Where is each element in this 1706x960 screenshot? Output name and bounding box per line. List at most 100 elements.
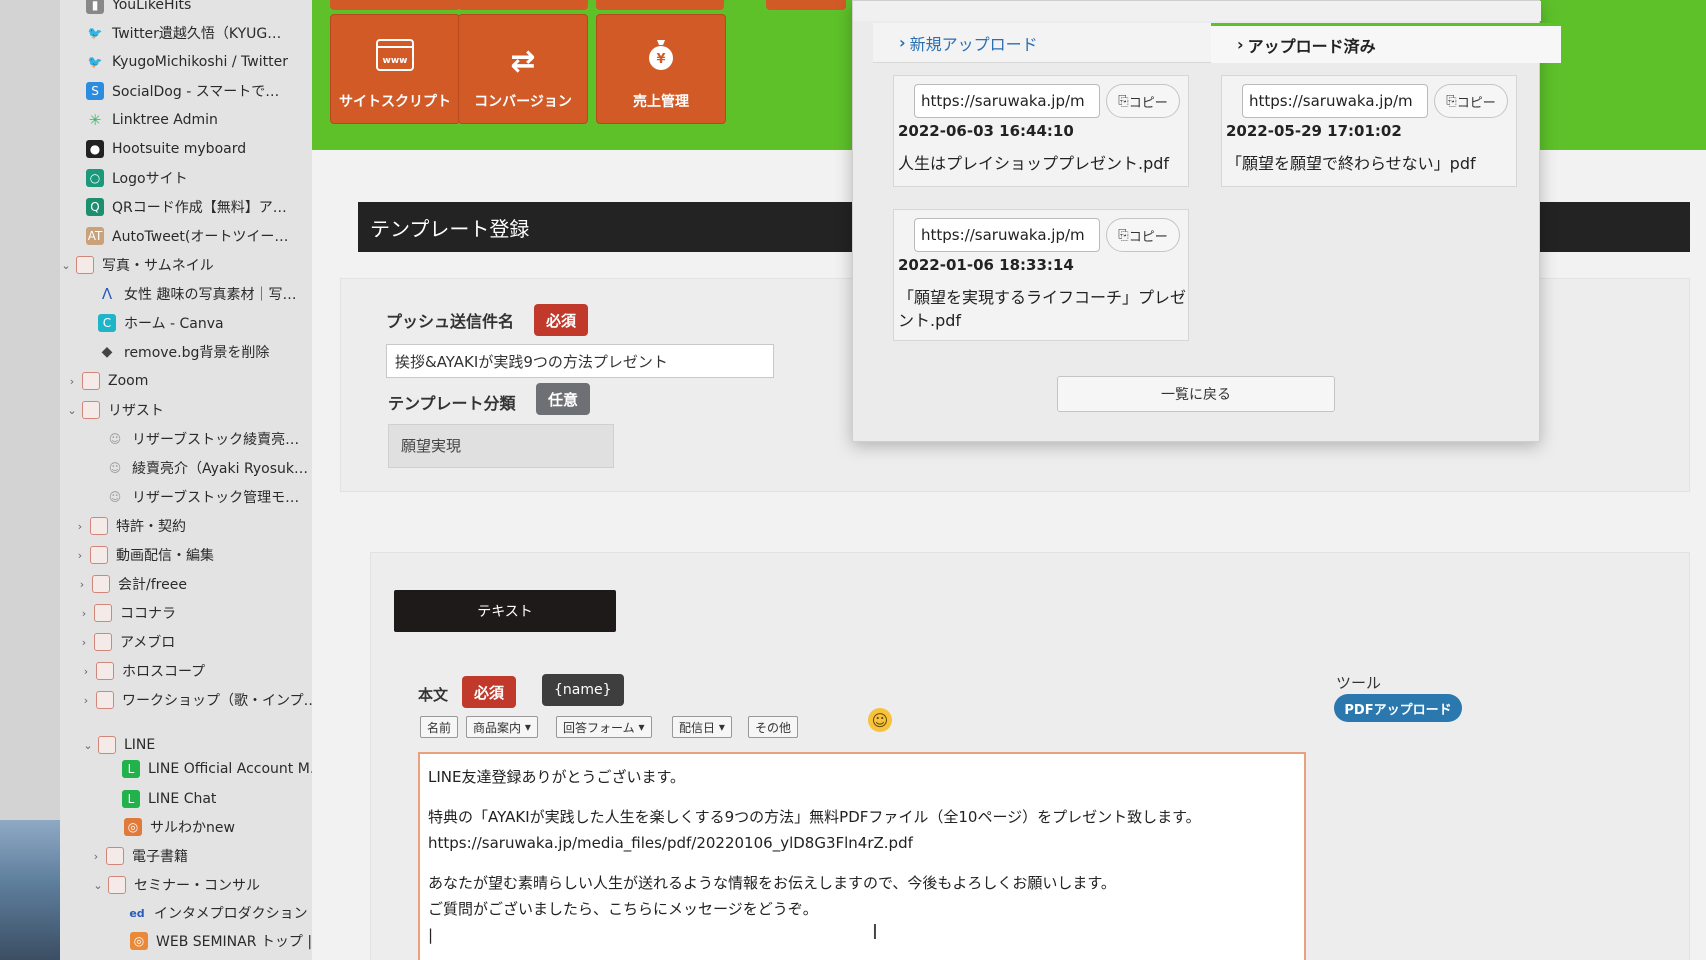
copy-button[interactable]: ⎘ コピー [1434, 84, 1508, 118]
chevron-right-icon: › [93, 849, 99, 863]
other-button[interactable]: その他 [748, 716, 799, 738]
reservestock-icon: ☺ [108, 432, 122, 446]
folder-icon [98, 736, 116, 754]
line-icon: L [122, 790, 140, 808]
photo-site-icon: Λ [101, 285, 113, 303]
sidebar-folder[interactable]: ⌄ 写真・サムネイル [60, 252, 214, 278]
sidebar-folder[interactable]: ⌄ セミナー・コンサル [92, 872, 260, 898]
sidebar-item[interactable]: ☺ リザーブストック綾賣亮… [90, 426, 299, 452]
sidebar-item[interactable]: ☺ リザーブストック管理モ… [90, 484, 299, 510]
file-url-field[interactable]: https://saruwaka.jp/m [1242, 84, 1428, 118]
sidebar-item[interactable]: 🐦 KyugoMichikoshi / Twitter [70, 49, 288, 75]
sidebar-folder[interactable]: ⌄ リザスト [66, 397, 164, 423]
saruwaka-icon: ◎ [124, 818, 142, 836]
linktree-icon: ✳ [88, 111, 102, 129]
conversion-button[interactable]: ⇄ コンバージョン [458, 14, 588, 124]
caret-down-icon: ▾ [718, 720, 725, 734]
insert-name-button[interactable]: 名前 [420, 716, 459, 738]
chevron-right-icon: › [77, 548, 83, 562]
site-script-button[interactable]: www サイトスクリプト [330, 14, 460, 124]
folder-icon [96, 662, 114, 680]
sidebar-item[interactable]: 🐦 Twitter遺越久悟（KYUG… [70, 20, 282, 46]
folder-icon [94, 633, 112, 651]
copy-button[interactable]: ⎘ コピー [1106, 218, 1180, 252]
sidebar-item[interactable]: ed インタメプロダクション [112, 900, 307, 926]
copy-icon: ⎘ [1446, 93, 1457, 109]
file-url-field[interactable]: https://saruwaka.jp/m [914, 84, 1100, 118]
emoji-picker-icon[interactable]: ☺ [868, 708, 892, 732]
tab-new-upload[interactable]: › 新規アップロード [873, 23, 1211, 63]
answer-form-dropdown[interactable]: 回答フォーム ▾ [556, 716, 652, 738]
folder-icon [90, 517, 108, 535]
sidebar-item[interactable]: ● Hootsuite myboard [70, 136, 246, 162]
template-category-select[interactable]: 願望実現 [388, 424, 614, 468]
sidebar-folder[interactable]: › ココナラ [78, 600, 176, 626]
file-url-field[interactable]: https://saruwaka.jp/m [914, 218, 1100, 252]
sidebar-item[interactable]: L LINE Official Account M… [106, 756, 324, 782]
swap-arrows-icon: ⇄ [510, 44, 536, 79]
sidebar-item[interactable]: S SocialDog - スマートで… [70, 78, 279, 104]
tab-uploaded[interactable]: › アップロード済み [1211, 23, 1561, 63]
twitter-icon: 🐦 [87, 55, 103, 69]
sidebar-folder[interactable]: › Zoom [66, 368, 148, 394]
sidebar-item[interactable]: ◎ WEB SEMINAR トップ |… [114, 928, 326, 954]
reservestock-icon: ☺ [108, 490, 122, 504]
sidebar-item[interactable]: L LINE Chat [106, 786, 216, 812]
body-label: 本文 [418, 686, 449, 704]
chevron-down-icon: ⌄ [61, 258, 71, 272]
folder-icon [76, 256, 94, 274]
chevron-right-icon: › [79, 577, 85, 591]
required-badge: 必須 [534, 304, 589, 336]
body-textarea[interactable]: LINE友達登録ありがとうございます。 特典の「AYAKIが実践した人生を楽しく… [418, 752, 1306, 960]
sidebar-item[interactable]: AT AutoTweet(オートツイー… [70, 223, 288, 249]
sidebar-item[interactable]: C ホーム - Canva [82, 310, 224, 336]
folder-icon [108, 876, 126, 894]
line-icon: L [122, 760, 140, 778]
sidebar-item[interactable]: ◎ サルわかnew [108, 814, 235, 840]
sidebar-item[interactable]: ▮ YouLikeHits [70, 0, 191, 18]
sales-button[interactable]: ¥ 売上管理 [596, 14, 726, 124]
wallpaper-thumbnail [0, 820, 60, 960]
reservestock-icon: ☺ [108, 461, 122, 475]
back-to-list-button[interactable]: 一覧に戻る [1057, 376, 1335, 412]
sidebar-folder[interactable]: › ワークショップ（歌・インプ… [80, 687, 318, 713]
sidebar-item[interactable]: ◆ remove.bg背景を削除 [82, 339, 270, 365]
folder-icon [96, 691, 114, 709]
qr-icon: Q [86, 198, 104, 216]
chevron-right-icon: › [81, 606, 87, 620]
sidebar-folder[interactable]: ⌄ LINE [82, 732, 155, 758]
product-dropdown[interactable]: 商品案内 ▾ [466, 716, 538, 738]
caret-down-icon: ▾ [638, 720, 645, 734]
delivery-date-dropdown[interactable]: 配信日 ▾ [672, 716, 732, 738]
body-line: 特典の「AYAKIが実践した人生を楽しくする9つの方法」無料PDFファイル（全1… [428, 808, 1201, 826]
socialdog-icon: S [86, 82, 104, 100]
sidebar-item[interactable]: ○ Logoサイト [70, 165, 188, 191]
copy-button[interactable]: ⎘ コピー [1106, 84, 1180, 118]
caret-down-icon: ▾ [524, 720, 531, 734]
sidebar-strip [0, 0, 60, 960]
toolbar-button-top[interactable] [458, 0, 588, 10]
ed-icon: ed [129, 906, 145, 920]
sidebar-folder[interactable]: › 動画配信・編集 [74, 542, 214, 568]
sidebar-folder[interactable]: › ホロスコープ [80, 658, 205, 684]
push-subject-input[interactable]: 挨拶&AYAKIが実践9つの方法プレゼント [386, 344, 774, 378]
sidebar-item[interactable]: ✳ Linktree Admin [70, 107, 218, 133]
sidebar-folder[interactable]: › 特許・契約 [74, 513, 186, 539]
body-line: あなたが望む素晴らしい人生が送れるような情報をお伝えしますので、今後もよろしくお… [428, 874, 1116, 892]
toolbar-button-top[interactable] [766, 0, 846, 10]
sidebar-folder[interactable]: › 会計/freee [76, 571, 187, 597]
sidebar-folder[interactable]: › アメブロ [78, 629, 175, 655]
sidebar-item[interactable]: Λ 女性 趣味の写真素材｜写… [82, 281, 297, 307]
pdf-upload-button[interactable]: PDFアップロード [1334, 694, 1462, 722]
chevron-right-icon: › [69, 374, 75, 388]
toolbar-button-top[interactable] [596, 0, 724, 10]
file-name: 「願望を願望で終わらせない」pdf [1226, 154, 1476, 173]
toolbar-button-top[interactable] [330, 0, 460, 10]
copy-icon: ⎘ [1118, 93, 1129, 109]
text-tab[interactable]: テキスト [394, 590, 616, 632]
file-date: 2022-06-03 16:44:10 [898, 122, 1074, 140]
sidebar-item[interactable]: Q QRコード作成【無料】ア… [70, 194, 287, 220]
sidebar-folder[interactable]: › 電子書籍 [90, 843, 188, 869]
sidebar-item[interactable]: ☺ 綾賣亮介（Ayaki Ryosuk… [90, 455, 308, 481]
name-tag-button[interactable]: {name} [542, 674, 624, 706]
